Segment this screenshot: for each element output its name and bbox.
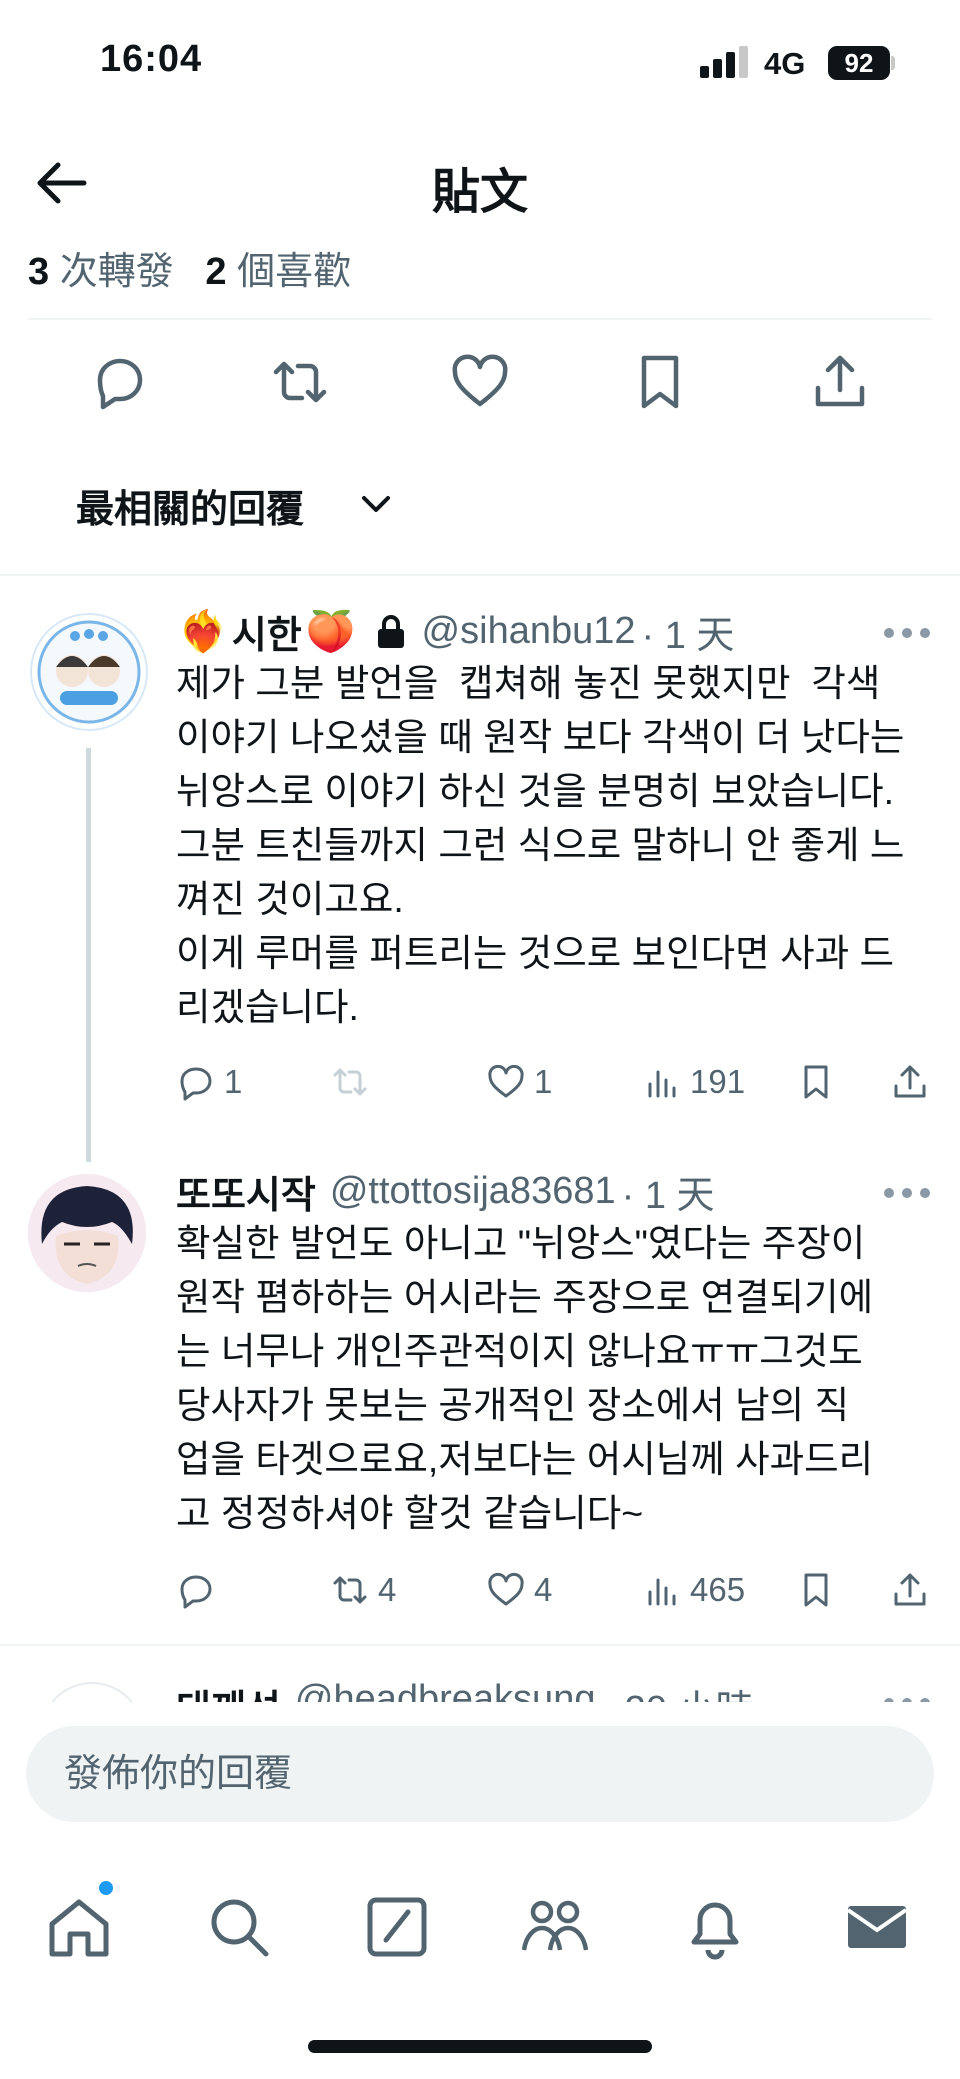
compose-icon [367,1897,427,1957]
likes-label[interactable]: 個喜歡 [237,251,351,293]
views-count: 465 [690,1571,746,1608]
heart-icon [488,1064,524,1098]
chevron-down-icon[interactable] [358,488,394,518]
reply-icon [97,358,143,410]
more-icon[interactable] [882,1186,932,1200]
bookmark-icon [804,1573,828,1607]
likes-count[interactable]: 2 [205,251,226,293]
thread-line [86,748,91,1162]
share-button[interactable] [890,1062,930,1102]
handle[interactable]: @sihanbu12 [422,610,636,653]
timestamp[interactable]: · 1 天 [622,1164,715,1219]
like-count: 1 [534,1063,553,1100]
page-title: 貼文 [431,166,528,219]
bell-icon [691,1902,739,1960]
notification-dot [96,1878,116,1898]
network-label: 4G [764,46,806,81]
repost-count-button[interactable]: 4 [330,1570,396,1610]
avatar[interactable] [30,613,148,731]
reply-2-header: 또또시작 @ttottosija83681 · 1 天 [176,1164,715,1219]
bookmark-button[interactable] [628,350,692,414]
home-icon [49,1899,109,1957]
reposts-count[interactable]: 3 [28,251,49,293]
heart-icon [488,1572,524,1606]
reply-input[interactable]: 發佈你的回覆 [26,1726,934,1822]
reply-count-button[interactable]: 1 [176,1062,242,1102]
tab-messages[interactable] [842,1892,912,1962]
handle[interactable]: @ttottosija83681 [330,1170,616,1213]
battery-indicator: 92 [828,46,890,80]
bookmark-icon [804,1065,828,1099]
like-count-button[interactable]: 4 [486,1570,552,1610]
reply-icon [180,1575,212,1609]
tab-compose[interactable] [362,1892,432,1962]
tab-notifications[interactable] [680,1892,750,1962]
signal-icon [700,46,748,78]
reply-3-partial[interactable]: 대깨성 @headbreaksung · 20 小時 [0,1664,960,1704]
avatar[interactable] [28,1174,146,1292]
repost-icon [333,1068,367,1096]
like-button[interactable] [448,350,512,414]
avatar[interactable] [40,1682,144,1704]
views-icon [648,1070,676,1098]
tab-home[interactable] [44,1892,114,1962]
reply-icon [180,1067,212,1101]
repost-icon [273,361,327,403]
mail-icon [846,1906,908,1948]
reply-1-header: ❤️‍🔥 시한 🍑 @sihanbu12 · 1 天 [178,604,734,659]
views-icon [648,1578,676,1606]
reply-3-header: 대깨성 @headbreaksung · 20 小時 [176,1678,754,1704]
peach-emoji: 🍑 [305,610,356,654]
repost-button[interactable] [268,350,332,414]
share-icon [815,355,865,407]
communities-icon [521,1900,589,1951]
share-button[interactable] [808,350,872,414]
share-button[interactable] [890,1570,930,1610]
reposts-label[interactable]: 次轉發 [60,251,174,293]
tab-communities[interactable] [520,1892,590,1962]
views-count: 191 [690,1063,746,1100]
reply-text: 확실한 발언도 아니고 "뉘앙스"였다는 주장이 원작 폄하하는 어시라는 주장… [176,1222,874,1534]
avatar-illustration [30,613,148,731]
reply-count: 1 [224,1063,243,1100]
reply-sort-label[interactable]: 最相關的回覆 [76,478,304,533]
timestamp[interactable]: · 1 天 [642,604,735,659]
bookmark-icon [641,355,679,409]
views-button[interactable]: 465 [642,1570,745,1610]
display-name[interactable]: 대깨성 [176,1678,281,1704]
home-indicator [308,2040,652,2053]
more-icon[interactable] [882,626,932,640]
repost-count: 4 [378,1571,397,1608]
like-count: 4 [534,1571,553,1608]
battery-tip [891,56,895,70]
repost-icon [333,1576,367,1604]
avatar-illustration [28,1174,146,1292]
reply-button[interactable] [88,350,152,414]
post-stats: 3 次轉發 2 個喜歡 [28,240,351,295]
divider [28,318,932,320]
share-icon [894,1573,926,1606]
reply-count-button[interactable] [176,1570,224,1610]
divider [0,1644,960,1646]
heart-icon [452,354,508,407]
timestamp[interactable]: · 20 小時 [601,1678,753,1704]
fire-heart-emoji: ❤️‍🔥 [178,610,228,654]
bookmark-button[interactable] [796,1062,836,1102]
share-icon [894,1065,926,1098]
divider [0,574,960,576]
views-button[interactable]: 191 [642,1062,745,1102]
status-time: 16:04 [100,38,203,80]
like-count-button[interactable]: 1 [486,1062,552,1102]
display-name[interactable]: 시한 [232,604,302,659]
handle[interactable]: @headbreaksung [295,1678,596,1704]
display-name[interactable]: 또또시작 [176,1164,316,1219]
reply-text: 제가 그분 발언을 캡쳐해 놓진 못했지만 각색 이야기 나오셨을 때 원작 보… [176,662,905,1028]
bookmark-button[interactable] [796,1570,836,1610]
tab-search[interactable] [204,1892,274,1962]
repost-count-button[interactable] [330,1062,378,1102]
lock-icon [377,614,404,648]
search-icon [211,1899,269,1957]
